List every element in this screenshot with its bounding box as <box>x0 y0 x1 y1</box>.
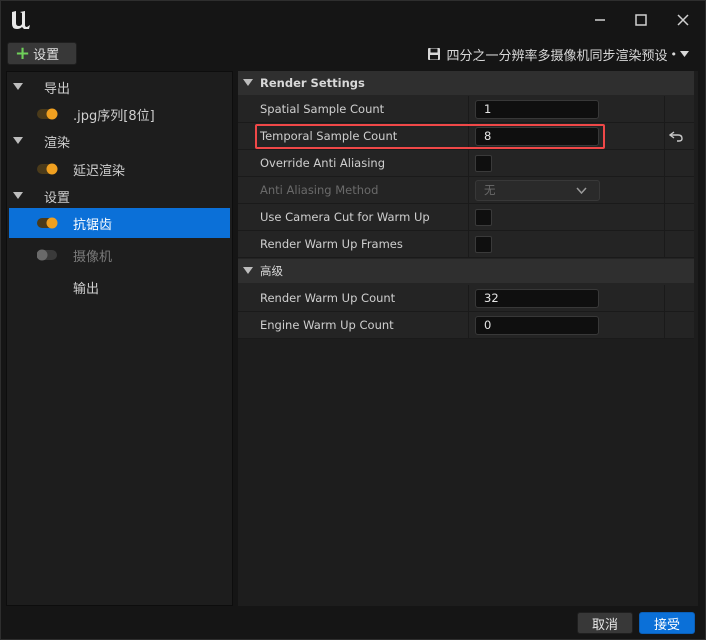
expand-arrow-icon[interactable] <box>13 83 23 91</box>
toggle-on-icon[interactable] <box>37 108 59 120</box>
property-label: Engine Warm Up Count <box>260 318 394 332</box>
details-panel: Render Settings Spatial Sample Count 1 T… <box>238 71 698 606</box>
property-label: Render Warm Up Frames <box>260 237 403 251</box>
property-row-use-camera-cut: Use Camera Cut for Warm Up <box>238 204 694 231</box>
expand-arrow-icon[interactable] <box>13 192 23 200</box>
tree-item-label: 延迟渲染 <box>73 163 126 179</box>
column-divider[interactable] <box>468 231 469 258</box>
save-icon <box>428 48 441 60</box>
property-label: Use Camera Cut for Warm Up <box>260 210 430 224</box>
column-divider <box>664 96 665 123</box>
toolbar: + 设置 四分之一分辨率多摄像机同步渲染预设 • <box>1 39 705 69</box>
tree-item-anti-aliasing[interactable]: 抗锯齿 <box>9 208 230 238</box>
movie-render-settings-window: + 设置 四分之一分辨率多摄像机同步渲染预设 • 导出 .jpg序列[8位] 渲… <box>0 0 706 640</box>
unsaved-marker: • <box>670 47 678 61</box>
section-title: 高级 <box>260 264 283 278</box>
property-row-engine-warm-up-count: Engine Warm Up Count 0 <box>238 312 694 339</box>
collapse-arrow-icon[interactable] <box>243 267 253 275</box>
tree-item-label: .jpg序列[8位] <box>73 108 155 124</box>
tree-item-label: 摄像机 <box>73 249 113 265</box>
minimize-icon[interactable] <box>589 10 611 30</box>
tree-group-settings[interactable]: 设置 <box>7 181 232 211</box>
section-header-render-settings[interactable]: Render Settings <box>238 71 694 95</box>
tree-group-label: 设置 <box>44 190 71 206</box>
column-divider[interactable] <box>468 150 469 177</box>
column-divider[interactable] <box>468 177 469 204</box>
column-divider[interactable] <box>468 96 469 123</box>
spatial-sample-count-input[interactable]: 1 <box>475 100 599 119</box>
property-row-spatial-sample-count: Spatial Sample Count 1 <box>238 96 694 123</box>
column-divider[interactable] <box>468 204 469 231</box>
collapse-arrow-icon[interactable] <box>243 79 253 87</box>
close-icon[interactable] <box>672 10 694 30</box>
property-row-anti-aliasing-method: Anti Aliasing Method 无 <box>238 177 694 204</box>
tree-group-label: 导出 <box>44 81 71 97</box>
tree-group-export[interactable]: 导出 <box>7 72 232 102</box>
dropdown-value: 无 <box>484 183 496 197</box>
toggle-off-icon[interactable] <box>37 249 59 261</box>
render-warm-up-count-input[interactable]: 32 <box>475 289 599 308</box>
chevron-down-icon <box>576 187 587 194</box>
expand-arrow-icon[interactable] <box>13 137 23 145</box>
column-divider <box>664 123 665 150</box>
tree-item-label: 抗锯齿 <box>73 217 113 233</box>
plus-icon: + <box>15 42 31 64</box>
preset-name: 四分之一分辨率多摄像机同步渲染预设 <box>446 48 668 64</box>
engine-warm-up-count-input[interactable]: 0 <box>475 316 599 335</box>
title-bar <box>1 1 705 39</box>
settings-tree-panel: 导出 .jpg序列[8位] 渲染 延迟渲染 设置 抗锯齿 摄像机 输出 <box>6 71 233 606</box>
toggle-on-icon[interactable] <box>37 217 59 229</box>
tree-group-render[interactable]: 渲染 <box>7 126 232 156</box>
tree-item-output[interactable]: 输出 <box>7 272 232 302</box>
column-divider <box>664 204 665 231</box>
tree-item-jpg-sequence[interactable]: .jpg序列[8位] <box>7 99 232 129</box>
property-row-override-anti-aliasing: Override Anti Aliasing <box>238 150 694 177</box>
property-label: Override Anti Aliasing <box>260 156 386 170</box>
anti-aliasing-method-dropdown[interactable]: 无 <box>475 180 600 201</box>
maximize-icon[interactable] <box>630 10 652 30</box>
use-camera-cut-checkbox[interactable] <box>475 209 492 226</box>
tree-item-deferred-render[interactable]: 延迟渲染 <box>7 154 232 184</box>
chevron-down-icon <box>680 51 689 57</box>
column-divider <box>664 312 665 339</box>
add-setting-label: 设置 <box>33 48 60 63</box>
section-title: Render Settings <box>260 76 365 90</box>
column-divider <box>664 231 665 258</box>
cancel-button[interactable]: 取消 <box>577 612 633 634</box>
property-row-render-warm-up-frames: Render Warm Up Frames <box>238 231 694 258</box>
toggle-on-icon[interactable] <box>37 163 59 175</box>
column-divider[interactable] <box>468 285 469 312</box>
property-row-temporal-sample-count: Temporal Sample Count 8 <box>238 123 694 150</box>
column-divider[interactable] <box>468 312 469 339</box>
tree-item-camera[interactable]: 摄像机 <box>7 240 232 270</box>
accept-button[interactable]: 接受 <box>639 612 695 634</box>
override-anti-aliasing-checkbox[interactable] <box>475 155 492 172</box>
render-warm-up-frames-checkbox[interactable] <box>475 236 492 253</box>
column-divider <box>664 150 665 177</box>
preset-selector[interactable]: 四分之一分辨率多摄像机同步渲染预设 • <box>427 45 689 64</box>
property-row-render-warm-up-count: Render Warm Up Count 32 <box>238 285 694 312</box>
tree-item-label: 输出 <box>73 281 100 297</box>
tree-group-label: 渲染 <box>44 135 71 151</box>
property-label: Spatial Sample Count <box>260 102 385 116</box>
property-grid: Render Settings Spatial Sample Count 1 T… <box>238 71 694 339</box>
column-divider <box>664 177 665 204</box>
reset-to-default-icon[interactable] <box>669 130 683 142</box>
section-header-advanced[interactable]: 高级 <box>238 259 694 283</box>
property-label: Render Warm Up Count <box>260 291 396 305</box>
add-setting-button[interactable]: + 设置 <box>7 42 77 65</box>
unreal-engine-logo-icon <box>12 11 30 29</box>
property-label: Anti Aliasing Method <box>260 183 379 197</box>
highlight-annotation <box>255 124 605 149</box>
column-divider <box>664 285 665 312</box>
